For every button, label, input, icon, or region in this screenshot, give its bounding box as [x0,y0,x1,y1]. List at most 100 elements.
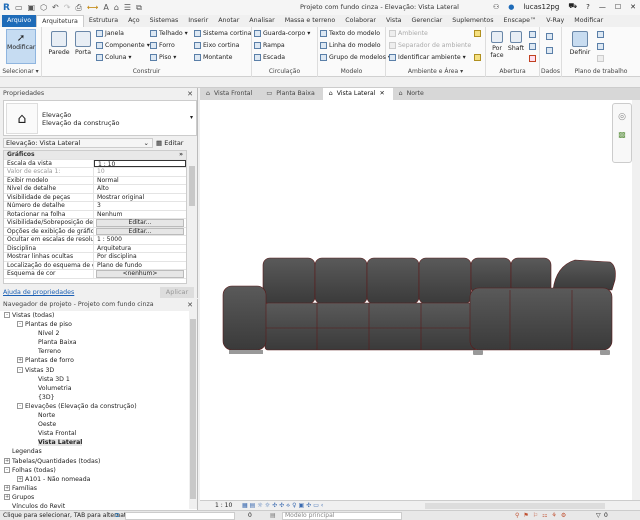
view-scale[interactable]: 1 : 10 [215,501,232,510]
browser-scrollbar[interactable] [189,311,197,509]
tab-enscape[interactable]: Enscape™ [499,15,542,27]
area-icon[interactable] [474,30,481,37]
browser-node[interactable]: - Folhas (todas) [0,466,188,475]
collapse-icon[interactable]: - [17,321,23,328]
zoom-region-icon[interactable]: ▩ [613,130,631,139]
componente-button[interactable]: Componente ▾ [96,42,150,49]
property-value[interactable]: Arquitetura [94,245,186,253]
browser-node[interactable]: {3D} [0,393,188,402]
filter-icon[interactable]: ▽ [596,511,601,520]
separador-button[interactable]: Separador de ambiente [389,42,471,49]
collapse-icon[interactable]: - [4,312,10,318]
property-value[interactable]: 1 : 10 [94,159,186,168]
text-icon[interactable]: A [103,3,108,12]
category-graficos[interactable]: Gráficos » [4,151,186,160]
revit-logo-icon[interactable]: R [3,3,10,13]
steering-wheel-icon[interactable]: ◎ [613,112,631,122]
close-icon[interactable]: ✕ [187,299,193,311]
grid-icon[interactable] [546,47,553,54]
tab-vista-frontal[interactable]: ⌂ Vista Frontal [200,88,260,100]
print-icon[interactable]: ⎙ [75,3,81,13]
dormer-icon[interactable] [529,55,536,62]
tab-vista-lateral[interactable]: ⌂ Vista Lateral ✕ [322,88,393,100]
view-control-icons[interactable]: ▦▤☼☼✣✣⟡♀▣✣▭‹ [242,501,325,510]
expand-icon[interactable]: + [17,475,23,482]
browser-node[interactable]: - Plantas de piso [0,320,188,329]
save-icon[interactable]: ▣ [28,3,36,12]
selection-filters-icons[interactable]: ⚲⚑⚐⚏⚘⚙ [515,511,570,520]
browser-node[interactable]: Planta Baixa [0,338,188,347]
identificar-ambiente-button[interactable]: Identificar ambiente ▾ [389,54,466,61]
open-icon[interactable]: ▭ [15,3,23,12]
browser-node[interactable]: - Vistas (todas) [0,311,188,320]
scrollbar-thumb[interactable] [190,319,196,499]
properties-help-link[interactable]: Ajuda de propriedades [3,289,74,296]
tab-arquivo[interactable]: Arquivo [2,15,37,27]
help-icon[interactable]: ? [586,3,590,11]
tag-area-icon[interactable] [474,54,481,61]
tab-modificar[interactable]: Modificar [569,15,608,27]
browser-node[interactable]: + Tabelas/Quantidades (todas) [0,457,188,466]
close-tab-icon[interactable]: ✕ [379,88,384,100]
tab-sistemas[interactable]: Sistemas [145,15,184,27]
property-value[interactable]: Alto [94,185,186,193]
view-horizontal-scrollbar[interactable] [425,503,605,509]
property-value[interactable]: 3 [94,202,186,210]
level-icon[interactable] [546,33,553,40]
sistema-cortina-button[interactable]: Sistema cortina [194,30,251,37]
ambiente-button[interactable]: Ambiente [389,30,428,37]
close-hidden-icon[interactable]: ⧉ [136,3,142,13]
tab-norte[interactable]: ⌂ Norte [393,88,432,100]
browser-node[interactable]: Oeste [0,420,188,429]
browser-node[interactable]: Nível 2 [0,329,188,338]
expand-icon[interactable]: + [4,493,10,500]
apply-button[interactable]: Aplicar [160,287,194,298]
tab-colaborar[interactable]: Colaborar [340,15,381,27]
browser-node[interactable]: - Vistas 3D [0,366,188,375]
wall-opening-icon[interactable] [529,31,536,38]
property-value[interactable]: Plano de fundo [94,262,186,270]
browser-node[interactable]: + Plantas de forro [0,356,188,365]
expand-icon[interactable]: + [4,457,10,464]
tab-massa-terreno[interactable]: Massa e terreno [280,15,341,27]
expand-icon[interactable]: + [17,357,23,364]
tab-planta-baixa[interactable]: ▭ Planta Baixa [260,88,322,100]
drawing-canvas[interactable] [200,100,632,500]
property-value[interactable]: Por disciplina [94,253,186,261]
escada-button[interactable]: Escada [254,54,285,61]
shaft-button[interactable]: Shaft [506,31,526,52]
collapse-icon[interactable]: - [4,466,10,473]
3d-view-icon[interactable]: ⌂ [114,3,119,12]
property-value[interactable]: Nenhum [94,211,186,219]
modificar-button[interactable]: ➚ Modificar [6,29,36,64]
browser-node[interactable]: Vista 3D 1 [0,375,188,384]
instance-filter[interactable]: Elevação: Vista Lateral ⌄ [3,138,153,148]
tab-inserir[interactable]: Inserir [183,15,213,27]
tab-anotar[interactable]: Anotar [213,15,244,27]
definir-button[interactable]: Definir [568,31,592,56]
browser-node[interactable]: Norte [0,411,188,420]
telhado-button[interactable]: Telhado ▾ [150,30,188,37]
rampa-button[interactable]: Rampa [254,42,285,49]
properties-scrollbar[interactable] [188,158,196,284]
show-workplane-icon[interactable] [597,31,604,38]
browser-node[interactable]: - Elevações (Elevação da construção) [0,402,188,411]
eixo-cortina-button[interactable]: Eixo cortina [194,42,239,49]
minimize-button[interactable]: — [599,3,606,11]
sync-icon[interactable]: ⬡ [40,3,47,12]
measure-icon[interactable]: ⟷ [87,3,98,12]
maximize-button[interactable]: ☐ [615,3,621,11]
property-value[interactable]: Normal [94,177,186,185]
ref-plane-icon[interactable] [597,43,604,50]
montante-button[interactable]: Montante [194,54,232,61]
redo-icon[interactable]: ↷ [64,3,71,12]
grupo-modelos-button[interactable]: Grupo de modelos ▾ [320,54,391,61]
collapse-icon[interactable]: - [17,402,23,409]
binoculars-icon[interactable]: ⚇ [493,3,499,11]
browser-node[interactable]: Vista Lateral [0,438,188,447]
vertical-opening-icon[interactable] [529,43,536,50]
piso-button[interactable]: Piso ▾ [150,54,176,61]
expand-icon[interactable]: + [4,484,10,491]
coluna-button[interactable]: Coluna ▾ [96,54,132,61]
por-face-button[interactable]: Por face [487,31,507,59]
